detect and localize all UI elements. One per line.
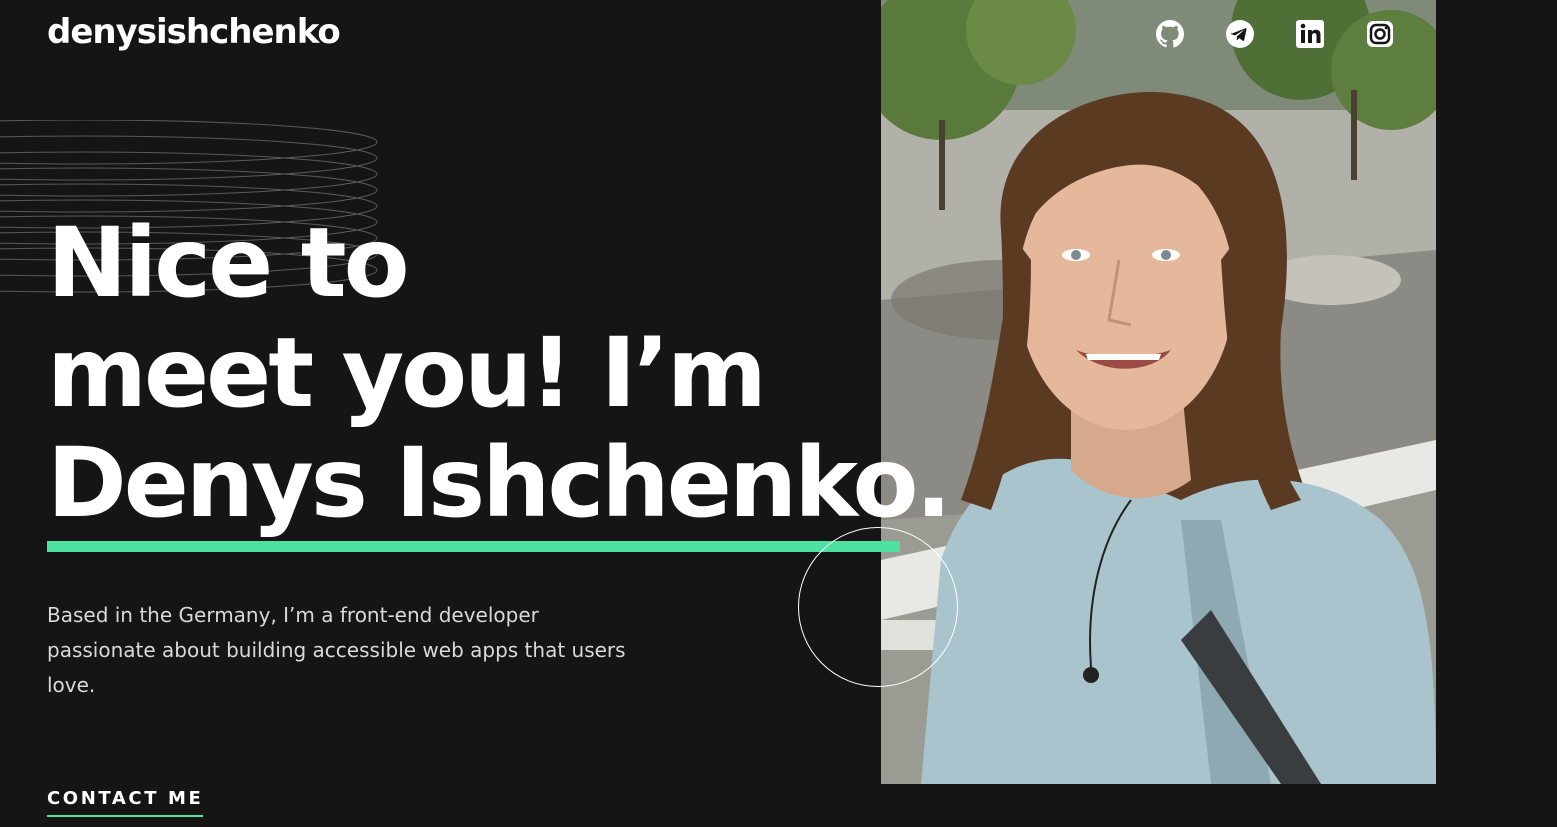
- portfolio-page: denysishchenko Nice to meet you! I’m Den…: [0, 0, 1557, 827]
- telegram-icon[interactable]: [1224, 18, 1256, 50]
- decorative-circle: [798, 527, 958, 687]
- contact-me-link[interactable]: CONTACT ME: [47, 788, 204, 817]
- headline-line-2: meet you! I’m: [47, 317, 767, 429]
- linkedin-icon[interactable]: [1294, 18, 1326, 50]
- social-links: [1154, 18, 1396, 50]
- name-underline: [47, 541, 900, 552]
- profile-photo: [881, 0, 1436, 784]
- site-logo[interactable]: denysishchenko: [47, 12, 341, 52]
- hero-intro: Based in the Germany, I’m a front-end de…: [47, 603, 626, 697]
- github-icon[interactable]: [1154, 18, 1186, 50]
- hero-headline: Nice to meet you! I’m Denys Ishchenko.: [47, 207, 952, 539]
- headline-name: Denys Ishchenko.: [47, 427, 952, 539]
- headline-line-1: Nice to: [47, 207, 410, 319]
- instagram-icon[interactable]: [1364, 18, 1396, 50]
